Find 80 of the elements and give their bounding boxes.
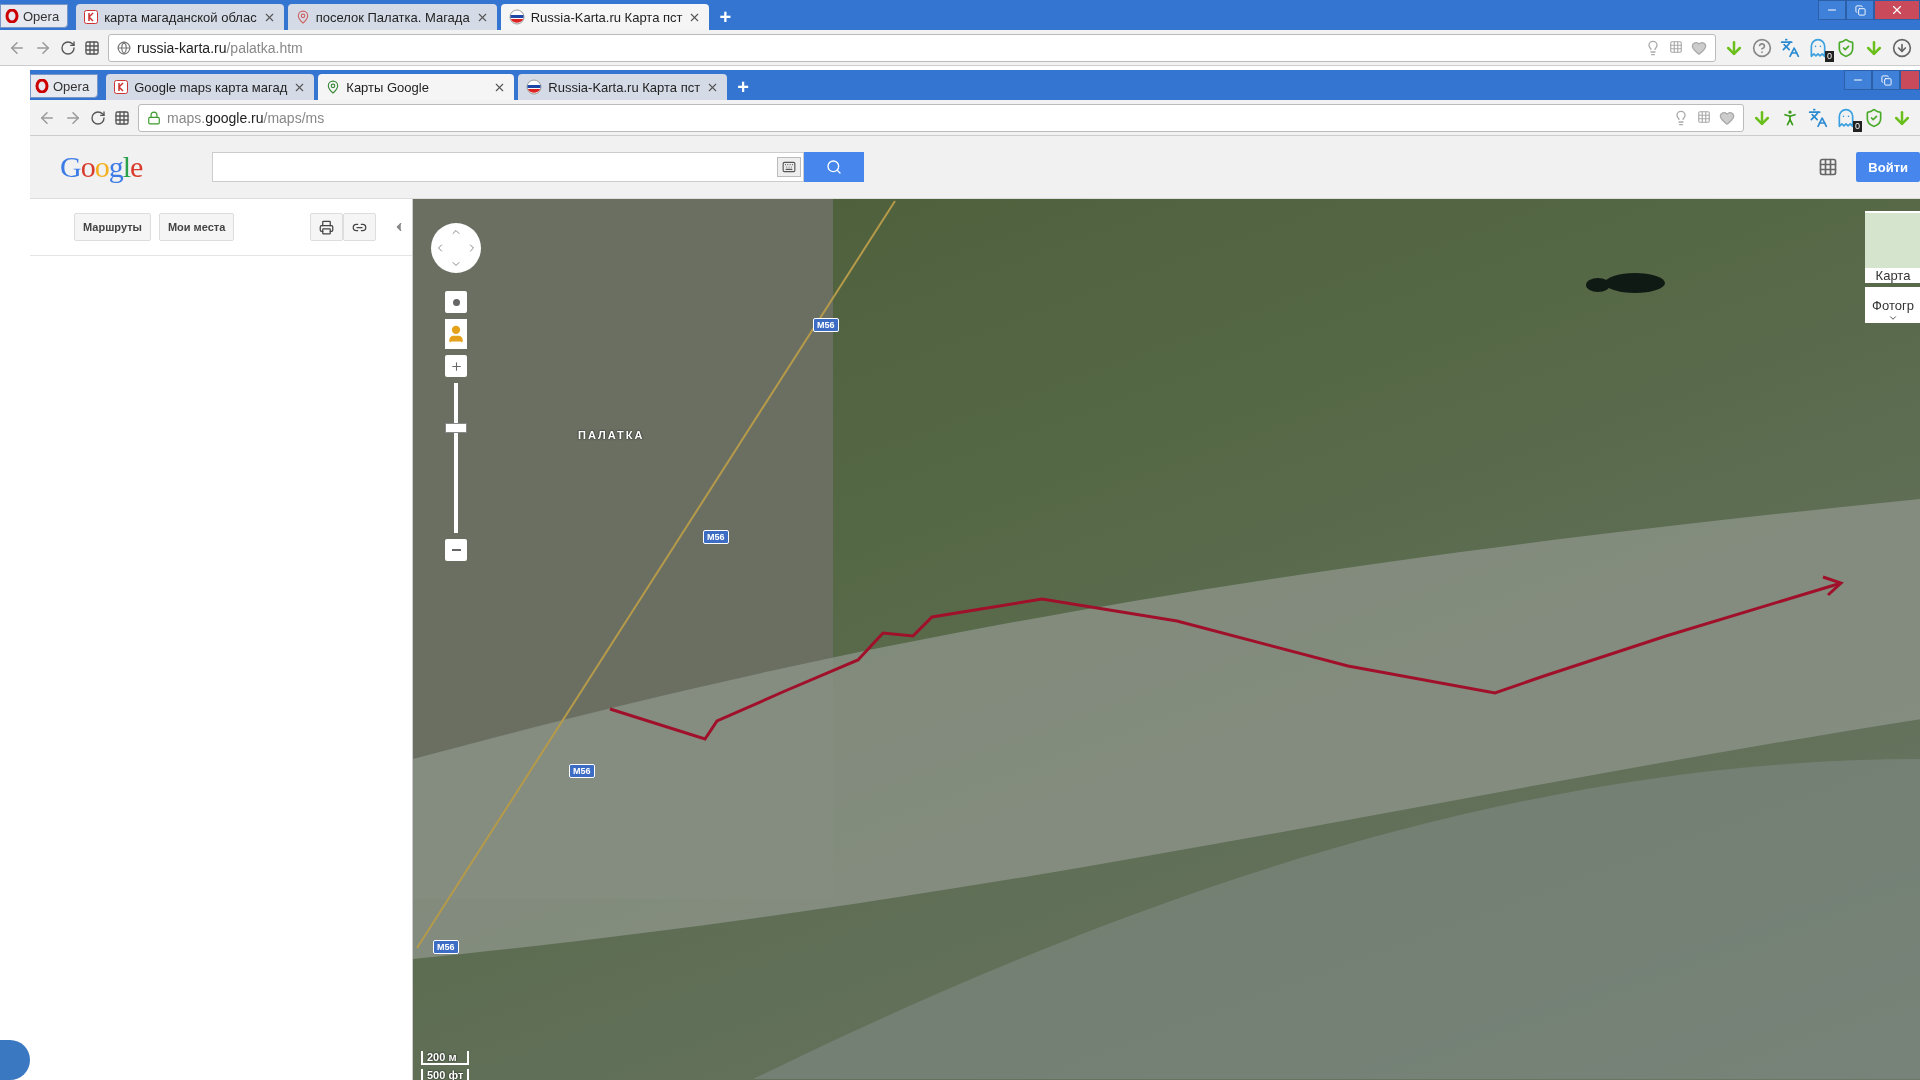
- browser-tab[interactable]: Карты Google: [318, 74, 515, 100]
- restore-button[interactable]: [1872, 70, 1900, 90]
- opera-logo-icon: [35, 79, 49, 93]
- count-badge: 0: [1825, 50, 1834, 62]
- link-button[interactable]: [343, 213, 376, 241]
- shield-icon[interactable]: [1836, 37, 1856, 58]
- bulb-icon[interactable]: [1645, 39, 1661, 56]
- google-logo[interactable]: Google: [60, 150, 212, 184]
- pegman-icon[interactable]: [446, 324, 466, 344]
- browser-tab[interactable]: поселок Палатка. Магада: [287, 4, 497, 30]
- search-field[interactable]: [212, 152, 804, 182]
- zoom-out-button[interactable]: [445, 539, 467, 561]
- tab-title: Russia-Karta.ru Карта пст: [530, 9, 683, 25]
- road-label: M56: [433, 940, 459, 954]
- scale-label: 200 м: [421, 1051, 470, 1065]
- map-pin-icon: [326, 80, 341, 94]
- translate-icon[interactable]: [1780, 37, 1800, 58]
- restore-icon: [1854, 4, 1866, 16]
- tab-title: Карты Google: [346, 79, 430, 95]
- sidebar-button[interactable]: Маршруты: [74, 213, 151, 241]
- shield-icon[interactable]: [1864, 107, 1884, 128]
- grid-icon[interactable]: [84, 39, 100, 56]
- minus-icon: [451, 549, 461, 551]
- search-button[interactable]: [804, 152, 864, 182]
- printer-icon: [319, 219, 334, 235]
- tab-title: Russia-Karta.ru Карта пст: [548, 79, 701, 95]
- flag-icon: [508, 9, 525, 25]
- pin-icon: [295, 10, 310, 24]
- zoom-thumb[interactable]: [445, 423, 467, 433]
- browser-tab[interactable]: Russia-Karta.ru Карта пст: [518, 74, 728, 100]
- minimize-button[interactable]: [1844, 70, 1872, 90]
- tab-title: поселок Палатка. Магада: [315, 9, 470, 25]
- new-tab-button[interactable]: +: [731, 74, 755, 100]
- caret-icon: [1888, 313, 1898, 323]
- tab-title: карта магаданской облас: [104, 9, 257, 25]
- flag-icon: [526, 79, 543, 95]
- sign-in-button[interactable]: Войти: [1856, 152, 1920, 182]
- road-label: M56: [703, 530, 729, 544]
- road-label: M56: [569, 764, 595, 778]
- translate-icon[interactable]: [1808, 107, 1828, 128]
- location-button[interactable]: [445, 291, 467, 313]
- browser-tab[interactable]: Russia-Karta.ru Карта пст: [500, 4, 710, 30]
- minimize-button[interactable]: [1818, 0, 1846, 20]
- heart-icon[interactable]: [1719, 109, 1735, 126]
- zoom-in-button[interactable]: [445, 355, 467, 377]
- grid-icon[interactable]: [114, 109, 130, 126]
- new-tab-button[interactable]: +: [713, 4, 738, 30]
- print-button[interactable]: [310, 213, 343, 241]
- reload-icon[interactable]: [60, 39, 76, 56]
- sidebar-button[interactable]: Мои места: [158, 213, 235, 241]
- browser-tab[interactable]: карта магаданской облас: [76, 4, 284, 30]
- plus-icon: [449, 359, 463, 373]
- heart-icon[interactable]: [1691, 39, 1707, 56]
- opera-menu-button[interactable]: Opera: [0, 4, 69, 28]
- place-label: ПАЛАТКА: [578, 429, 645, 441]
- layer-button[interactable]: Карта: [1865, 211, 1920, 283]
- opera-menu-button[interactable]: Opera: [30, 74, 99, 98]
- help-icon[interactable]: [1752, 37, 1772, 58]
- address-field[interactable]: maps.google.ru/maps/ms: [138, 103, 1744, 132]
- ghost-icon[interactable]: [1836, 107, 1856, 128]
- close-button[interactable]: [1874, 0, 1920, 20]
- restore-button[interactable]: [1846, 0, 1874, 20]
- reload-icon[interactable]: [90, 109, 106, 126]
- close-icon: [1890, 3, 1904, 17]
- address-field[interactable]: russia-karta.ru/palatka.htm: [108, 33, 1716, 62]
- download-icon[interactable]: [1892, 37, 1912, 58]
- tab-title: Google maps карта магад: [134, 79, 288, 95]
- apps-icon[interactable]: [1818, 157, 1839, 177]
- browser-tab[interactable]: Google maps карта магад: [106, 74, 315, 100]
- layer-button[interactable]: Фотогр: [1865, 287, 1920, 323]
- start-button[interactable]: [0, 1040, 30, 1080]
- ghost-icon[interactable]: [1808, 37, 1828, 58]
- road-label: M56: [813, 318, 839, 332]
- keyboard-icon[interactable]: [782, 160, 796, 174]
- restore-icon: [1880, 74, 1892, 86]
- dot-icon: [452, 298, 460, 306]
- opera-logo-icon: [5, 9, 19, 23]
- count-badge: 0: [1853, 120, 1862, 132]
- bulb-icon[interactable]: [1673, 109, 1689, 126]
- search-icon: [826, 159, 842, 175]
